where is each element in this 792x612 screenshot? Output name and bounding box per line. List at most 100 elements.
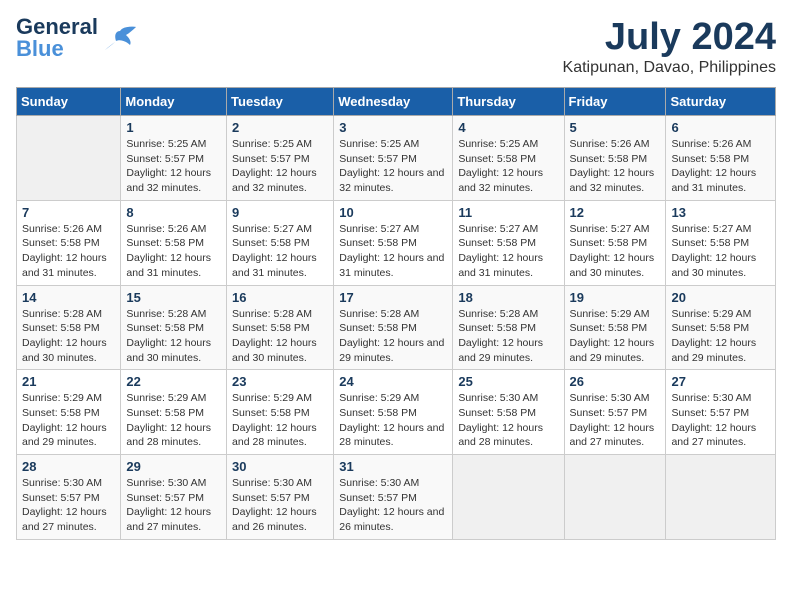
day-info: Sunrise: 5:30 AMSunset: 5:58 PMDaylight:… bbox=[458, 391, 558, 450]
week-row-3: 14 Sunrise: 5:28 AMSunset: 5:58 PMDayligh… bbox=[17, 285, 776, 370]
day-info: Sunrise: 5:30 AMSunset: 5:57 PMDaylight:… bbox=[22, 476, 115, 535]
day-info: Sunrise: 5:29 AMSunset: 5:58 PMDaylight:… bbox=[126, 391, 221, 450]
calendar-cell: 13 Sunrise: 5:27 AMSunset: 5:58 PMDayligh… bbox=[666, 200, 776, 285]
logo-text: GeneralBlue bbox=[16, 16, 98, 60]
day-info: Sunrise: 5:25 AMSunset: 5:57 PMDaylight:… bbox=[339, 137, 447, 196]
day-number: 16 bbox=[232, 290, 328, 305]
calendar-cell: 26 Sunrise: 5:30 AMSunset: 5:57 PMDayligh… bbox=[564, 370, 666, 455]
day-number: 1 bbox=[126, 120, 221, 135]
calendar-cell: 7Sunrise: 5:26 AMSunset: 5:58 PMDaylight… bbox=[17, 200, 121, 285]
day-info: Sunrise: 5:29 AMSunset: 5:58 PMDaylight:… bbox=[22, 391, 115, 450]
calendar-cell: 14 Sunrise: 5:28 AMSunset: 5:58 PMDayligh… bbox=[17, 285, 121, 370]
day-number: 7 bbox=[22, 205, 115, 220]
day-number: 15 bbox=[126, 290, 221, 305]
day-number: 8 bbox=[126, 205, 221, 220]
calendar-table: SundayMondayTuesdayWednesdayThursdayFrid… bbox=[16, 87, 776, 540]
day-info: Sunrise: 5:30 AMSunset: 5:57 PMDaylight:… bbox=[126, 476, 221, 535]
day-info: Sunrise: 5:26 AMSunset: 5:58 PMDaylight:… bbox=[126, 222, 221, 281]
header-day-friday: Friday bbox=[564, 88, 666, 116]
day-info: Sunrise: 5:25 AMSunset: 5:58 PMDaylight:… bbox=[458, 137, 558, 196]
week-row-5: 28 Sunrise: 5:30 AMSunset: 5:57 PMDayligh… bbox=[17, 455, 776, 540]
header-day-thursday: Thursday bbox=[453, 88, 564, 116]
week-row-2: 7 Sunrise: 5:26 AMSunset: 5:58 PMDaylight… bbox=[17, 200, 776, 285]
day-info: Sunrise: 5:27 AMSunset: 5:58 PMDaylight:… bbox=[232, 222, 328, 281]
calendar-cell: 28 Sunrise: 5:30 AMSunset: 5:57 PMDayligh… bbox=[17, 455, 121, 540]
calendar-cell: 11 Sunrise: 5:27 AMSunset: 5:58 PMDayligh… bbox=[453, 200, 564, 285]
calendar-cell: 4 Sunrise: 5:25 AMSunset: 5:58 PMDaylight… bbox=[453, 116, 564, 201]
day-number: 14 bbox=[22, 290, 115, 305]
day-info: Sunrise: 5:28 AMSunset: 5:58 PMDaylight:… bbox=[458, 307, 558, 366]
day-number: 28 bbox=[22, 459, 115, 474]
calendar-cell bbox=[666, 455, 776, 540]
day-number: 2 bbox=[232, 120, 328, 135]
day-number: 10 bbox=[339, 205, 447, 220]
day-info: Sunrise: 5:28 AMSunset: 5:58 PMDaylight:… bbox=[232, 307, 328, 366]
day-info: Sunrise: 5:28 AMSunset: 5:58 PMDaylight:… bbox=[126, 307, 221, 366]
calendar-cell: 29Sunrise: 5:30 AMSunset: 5:57 PMDayligh… bbox=[121, 455, 227, 540]
calendar-cell: 3 Sunrise: 5:25 AMSunset: 5:57 PMDaylight… bbox=[334, 116, 453, 201]
calendar-cell: 6 Sunrise: 5:26 AMSunset: 5:58 PMDaylight… bbox=[666, 116, 776, 201]
calendar-cell: 19Sunrise: 5:29 AMSunset: 5:58 PMDayligh… bbox=[564, 285, 666, 370]
day-info: Sunrise: 5:27 AMSunset: 5:58 PMDaylight:… bbox=[671, 222, 770, 281]
calendar-cell: 31 Sunrise: 5:30 AMSunset: 5:57 PMDayligh… bbox=[334, 455, 453, 540]
logo-bird-icon bbox=[102, 23, 138, 53]
calendar-cell: 2Sunrise: 5:25 AMSunset: 5:57 PMDaylight… bbox=[227, 116, 334, 201]
day-number: 12 bbox=[570, 205, 661, 220]
day-number: 9 bbox=[232, 205, 328, 220]
day-number: 22 bbox=[126, 374, 221, 389]
day-info: Sunrise: 5:27 AMSunset: 5:58 PMDaylight:… bbox=[458, 222, 558, 281]
calendar-cell bbox=[564, 455, 666, 540]
calendar-cell: 16 Sunrise: 5:28 AMSunset: 5:58 PMDayligh… bbox=[227, 285, 334, 370]
calendar-cell: 1 Sunrise: 5:25 AMSunset: 5:57 PMDaylight… bbox=[121, 116, 227, 201]
week-row-1: 1 Sunrise: 5:25 AMSunset: 5:57 PMDaylight… bbox=[17, 116, 776, 201]
calendar-cell: 17Sunrise: 5:28 AMSunset: 5:58 PMDayligh… bbox=[334, 285, 453, 370]
day-info: Sunrise: 5:30 AMSunset: 5:57 PMDaylight:… bbox=[232, 476, 328, 535]
calendar-cell: 30 Sunrise: 5:30 AMSunset: 5:57 PMDayligh… bbox=[227, 455, 334, 540]
day-number: 30 bbox=[232, 459, 328, 474]
day-number: 11 bbox=[458, 205, 558, 220]
header-day-monday: Monday bbox=[121, 88, 227, 116]
calendar-cell: 18Sunrise: 5:28 AMSunset: 5:58 PMDayligh… bbox=[453, 285, 564, 370]
day-info: Sunrise: 5:30 AMSunset: 5:57 PMDaylight:… bbox=[671, 391, 770, 450]
day-number: 5 bbox=[570, 120, 661, 135]
header-day-saturday: Saturday bbox=[666, 88, 776, 116]
day-info: Sunrise: 5:29 AMSunset: 5:58 PMDaylight:… bbox=[570, 307, 661, 366]
calendar-cell: 12Sunrise: 5:27 AMSunset: 5:58 PMDayligh… bbox=[564, 200, 666, 285]
day-number: 3 bbox=[339, 120, 447, 135]
day-info: Sunrise: 5:29 AMSunset: 5:58 PMDaylight:… bbox=[232, 391, 328, 450]
calendar-cell: 21 Sunrise: 5:29 AMSunset: 5:58 PMDayligh… bbox=[17, 370, 121, 455]
day-number: 4 bbox=[458, 120, 558, 135]
calendar-cell: 9 Sunrise: 5:27 AMSunset: 5:58 PMDaylight… bbox=[227, 200, 334, 285]
day-number: 24 bbox=[339, 374, 447, 389]
day-info: Sunrise: 5:30 AMSunset: 5:57 PMDaylight:… bbox=[339, 476, 447, 535]
day-number: 27 bbox=[671, 374, 770, 389]
day-number: 31 bbox=[339, 459, 447, 474]
day-info: Sunrise: 5:26 AMSunset: 5:58 PMDaylight:… bbox=[671, 137, 770, 196]
calendar-cell: 25Sunrise: 5:30 AMSunset: 5:58 PMDayligh… bbox=[453, 370, 564, 455]
location: Katipunan, Davao, Philippines bbox=[563, 59, 776, 77]
calendar-cell: 24 Sunrise: 5:29 AMSunset: 5:58 PMDayligh… bbox=[334, 370, 453, 455]
day-info: Sunrise: 5:27 AMSunset: 5:58 PMDaylight:… bbox=[339, 222, 447, 281]
day-info: Sunrise: 5:26 AMSunset: 5:58 PMDaylight:… bbox=[570, 137, 661, 196]
calendar-cell: 22 Sunrise: 5:29 AMSunset: 5:58 PMDayligh… bbox=[121, 370, 227, 455]
day-info: Sunrise: 5:30 AMSunset: 5:57 PMDaylight:… bbox=[570, 391, 661, 450]
day-number: 23 bbox=[232, 374, 328, 389]
calendar-cell: 5 Sunrise: 5:26 AMSunset: 5:58 PMDaylight… bbox=[564, 116, 666, 201]
day-number: 13 bbox=[671, 205, 770, 220]
day-number: 6 bbox=[671, 120, 770, 135]
calendar-cell bbox=[17, 116, 121, 201]
page-header: GeneralBlue July 2024 Katipunan, Davao, … bbox=[16, 16, 776, 77]
calendar-cell bbox=[453, 455, 564, 540]
month-year: July 2024 bbox=[563, 16, 776, 59]
day-info: Sunrise: 5:29 AMSunset: 5:58 PMDaylight:… bbox=[339, 391, 447, 450]
day-number: 21 bbox=[22, 374, 115, 389]
day-info: Sunrise: 5:25 AMSunset: 5:57 PMDaylight:… bbox=[126, 137, 221, 196]
calendar-cell: 27 Sunrise: 5:30 AMSunset: 5:57 PMDayligh… bbox=[666, 370, 776, 455]
day-info: Sunrise: 5:29 AMSunset: 5:58 PMDaylight:… bbox=[671, 307, 770, 366]
day-info: Sunrise: 5:28 AMSunset: 5:58 PMDaylight:… bbox=[22, 307, 115, 366]
calendar-cell: 15 Sunrise: 5:28 AMSunset: 5:58 PMDayligh… bbox=[121, 285, 227, 370]
logo: GeneralBlue bbox=[16, 16, 138, 60]
header-day-wednesday: Wednesday bbox=[334, 88, 453, 116]
day-number: 26 bbox=[570, 374, 661, 389]
calendar-cell: 10 Sunrise: 5:27 AMSunset: 5:58 PMDayligh… bbox=[334, 200, 453, 285]
